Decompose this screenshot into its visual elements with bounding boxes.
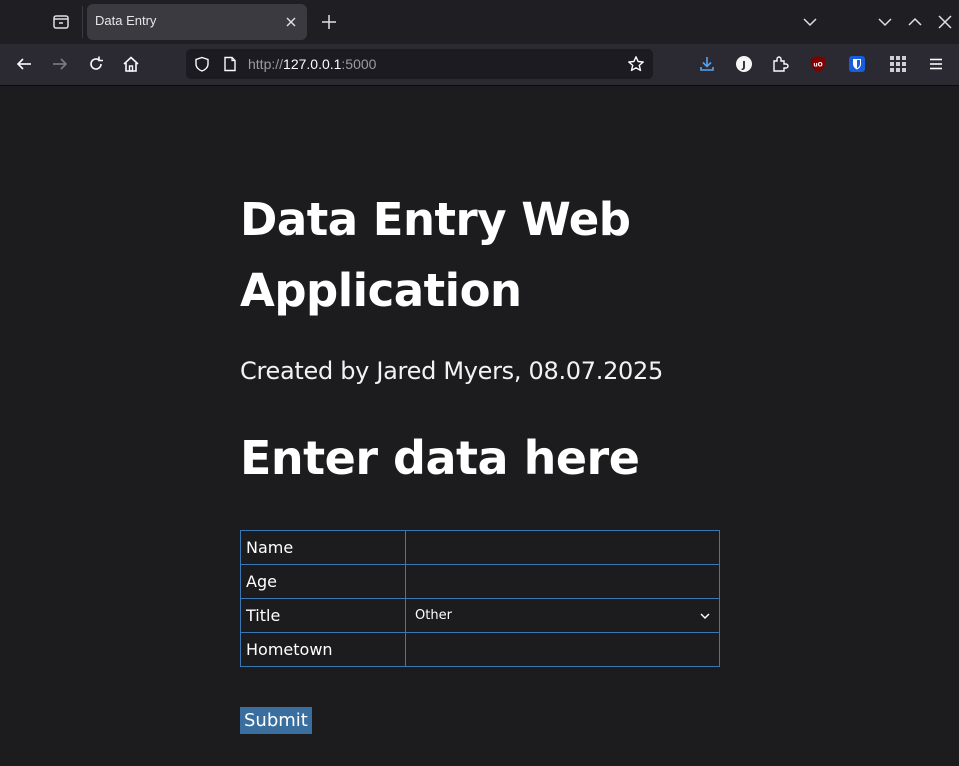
svg-text:J: J — [741, 60, 746, 71]
tab-strip: Data Entry — [0, 0, 959, 44]
url-host: 127.0.0.1 — [283, 56, 342, 72]
tab-separator — [82, 6, 83, 38]
plus-icon[interactable] — [320, 13, 338, 31]
tab-overview-icon — [53, 15, 69, 29]
minimize-icon[interactable] — [876, 13, 894, 31]
submit-button[interactable]: Submit — [240, 707, 312, 734]
field-label: Name — [240, 530, 406, 565]
home-icon[interactable] — [122, 55, 140, 73]
tab-title: Data Entry — [95, 13, 157, 28]
close-icon[interactable] — [936, 13, 954, 31]
form-row-hometown: Hometown — [240, 632, 720, 667]
forward-icon[interactable] — [51, 55, 69, 73]
chevron-down-icon[interactable] — [801, 13, 819, 31]
name-field-cell — [405, 530, 720, 565]
svg-text:uO: uO — [813, 62, 822, 69]
page-subtitle: Created by Jared Myers, 08.07.2025 — [240, 357, 663, 385]
apps-grid-icon[interactable] — [889, 55, 907, 73]
age-input[interactable] — [406, 565, 719, 598]
title-field-cell: Other — [405, 598, 720, 633]
page-title: Data Entry Web Application — [240, 193, 631, 317]
chevron-down-icon — [700, 613, 710, 620]
form-row-name: Name — [240, 530, 720, 565]
url-scheme: http:// — [248, 56, 284, 72]
extension-j-icon[interactable]: J — [735, 55, 753, 73]
star-icon[interactable] — [627, 55, 645, 73]
hometown-input[interactable] — [406, 633, 719, 666]
bitwarden-icon[interactable] — [848, 55, 866, 73]
form-row-age: Age — [240, 564, 720, 599]
close-icon[interactable] — [283, 14, 299, 30]
navigation-toolbar: http://127.0.0.1:5000 J uO — [0, 44, 959, 86]
tab-overview-button[interactable] — [44, 6, 78, 38]
form-heading: Enter data here — [240, 431, 640, 485]
download-icon[interactable] — [698, 55, 716, 73]
title-select-value: Other — [415, 608, 452, 623]
page-viewport: Data Entry Web Application Created by Ja… — [0, 86, 959, 766]
extensions-icon[interactable] — [771, 55, 789, 73]
url-port: :5000 — [341, 56, 377, 72]
page-icon[interactable] — [222, 56, 238, 72]
field-label: Title — [240, 598, 406, 633]
back-icon[interactable] — [15, 55, 33, 73]
age-field-cell — [405, 564, 720, 599]
address-bar[interactable]: http://127.0.0.1:5000 — [186, 49, 653, 79]
tab-data-entry[interactable]: Data Entry — [87, 4, 307, 40]
maximize-icon[interactable] — [906, 13, 924, 31]
data-entry-form: Name Age Title Other Hometown — [240, 530, 720, 667]
menu-icon[interactable] — [927, 55, 945, 73]
reload-icon[interactable] — [87, 55, 105, 73]
title-select[interactable]: Other — [406, 599, 719, 632]
name-input[interactable] — [406, 531, 719, 564]
shield-icon[interactable] — [194, 56, 210, 72]
field-label: Hometown — [240, 632, 406, 667]
url-text[interactable]: http://127.0.0.1:5000 — [248, 56, 376, 72]
form-row-title: Title Other — [240, 598, 720, 633]
ublock-icon[interactable]: uO — [809, 55, 827, 73]
hometown-field-cell — [405, 632, 720, 667]
field-label: Age — [240, 564, 406, 599]
